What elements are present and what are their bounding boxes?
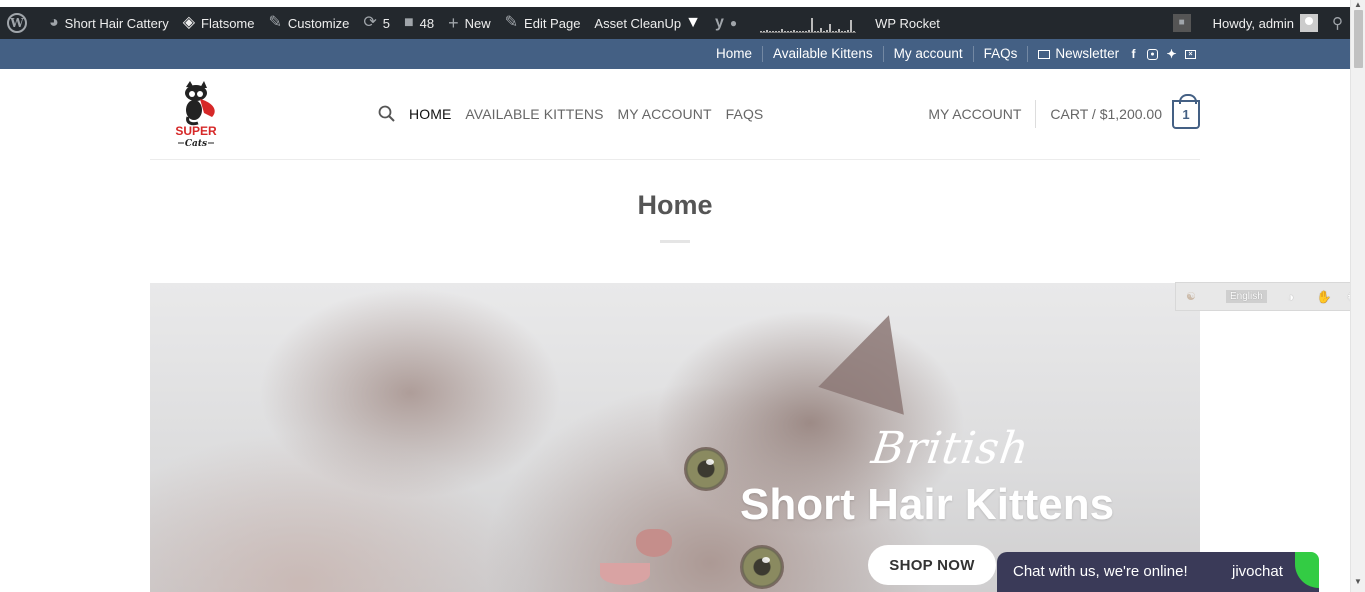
search-icon: ⚲ bbox=[1332, 14, 1343, 32]
hero-banner: British Short Hair Kittens SHOP NOW bbox=[150, 283, 1200, 592]
flatsome-icon: ◈ bbox=[182, 14, 196, 31]
chat-bubble-icon: ■ bbox=[1172, 14, 1191, 32]
top-strip bbox=[0, 0, 1365, 7]
site-name-menu[interactable]: ◕ Short Hair Cattery bbox=[42, 7, 176, 39]
wordpress-icon: W bbox=[7, 13, 27, 33]
admin-bar-secondary: ■ Howdy, admin ⚲ bbox=[1166, 7, 1350, 39]
asset-cleanup-label: Asset CleanUp bbox=[594, 15, 682, 31]
cart-icon[interactable]: 1 bbox=[1172, 93, 1200, 129]
envelope-icon bbox=[1038, 50, 1051, 59]
wp-rocket-label: WP Rocket bbox=[875, 15, 940, 31]
search-icon[interactable] bbox=[378, 105, 396, 123]
hero-script-text: British bbox=[868, 423, 1033, 474]
dashboard-icon: ◕ bbox=[49, 14, 59, 31]
chat-status-indicator bbox=[1295, 552, 1319, 588]
pencil-icon: ✎ bbox=[504, 14, 519, 31]
my-account-menu[interactable]: Howdy, admin bbox=[1206, 7, 1325, 39]
admin-search[interactable]: ⚲ bbox=[1325, 7, 1350, 39]
scroll-up-arrow[interactable]: ▲ bbox=[1354, 0, 1362, 9]
contrast-icon[interactable]: ◑ bbox=[1287, 291, 1301, 303]
scroll-down-arrow[interactable]: ▼ bbox=[1354, 577, 1362, 586]
newsletter-label: Newsletter bbox=[1055, 46, 1120, 61]
cart-count: 1 bbox=[1182, 106, 1190, 122]
facebook-icon[interactable]: f bbox=[1128, 47, 1139, 61]
comments-count: 48 bbox=[419, 15, 435, 31]
social-icons: f ● ✦ × bbox=[1128, 39, 1196, 69]
nav-my-account[interactable]: MY ACCOUNT bbox=[618, 106, 712, 122]
chat-brand: jivochat bbox=[1232, 563, 1283, 580]
edit-page-label: Edit Page bbox=[524, 15, 581, 31]
asset-cleanup-menu[interactable]: Asset CleanUp ▼ bbox=[587, 7, 708, 39]
edit-page-link[interactable]: ✎ Edit Page bbox=[498, 7, 588, 39]
updates-icon: ⟳ bbox=[363, 14, 377, 31]
twitter-icon[interactable]: ✦ bbox=[1166, 47, 1177, 61]
notifications-menu[interactable]: ■ bbox=[1166, 7, 1206, 39]
flatsome-menu[interactable]: ◈ Flatsome bbox=[176, 7, 262, 39]
topbar-link-faqs[interactable]: FAQs bbox=[972, 46, 1028, 62]
comment-icon: ■ bbox=[403, 14, 414, 31]
kitten-mouth bbox=[600, 563, 650, 585]
seo-status-icon: ● bbox=[729, 16, 738, 30]
customize-link[interactable]: ✎ Customize bbox=[262, 7, 357, 39]
page-title: Home bbox=[637, 190, 713, 220]
customize-label: Customize bbox=[287, 15, 350, 31]
top-bar-menu: Home Available Kittens My account FAQs N… bbox=[706, 39, 1129, 69]
instagram-icon[interactable]: ● bbox=[1147, 48, 1158, 60]
cat-mascot-logo: SUPER Cats bbox=[175, 81, 217, 149]
nav-faqs[interactable]: FAQS bbox=[726, 106, 764, 122]
site-header: SUPER Cats HOME AVAILABLE KITTENS MY ACC… bbox=[150, 69, 1200, 160]
main-nav: HOME AVAILABLE KITTENS MY ACCOUNT FAQS bbox=[378, 69, 777, 159]
kitten-eye bbox=[684, 447, 728, 491]
flatsome-label: Flatsome bbox=[201, 15, 255, 31]
chat-text: Chat with us, we're online! bbox=[1013, 563, 1188, 580]
new-content-menu[interactable]: + New bbox=[441, 7, 498, 39]
avatar bbox=[1300, 14, 1318, 32]
cart-total: $1,200.00 bbox=[1099, 106, 1162, 122]
yoast-icon: y bbox=[714, 14, 724, 31]
shop-now-button[interactable]: SHOP NOW bbox=[868, 545, 996, 585]
chat-widget[interactable]: Chat with us, we're online! jivochat bbox=[997, 552, 1319, 592]
cart-link[interactable]: CART / $1,200.00 bbox=[1050, 106, 1162, 122]
kitten-ear bbox=[818, 301, 932, 415]
language-switcher-widget: ☯ English ◑ ✋ ⚙ bbox=[1175, 282, 1365, 311]
title-divider bbox=[660, 240, 690, 243]
brush-icon: ✎ bbox=[268, 14, 282, 31]
kitten-eye bbox=[740, 545, 784, 589]
header-divider bbox=[1035, 100, 1037, 128]
header-right-nav: MY ACCOUNT CART / $1,200.00 1 bbox=[928, 69, 1200, 159]
updates-link[interactable]: ⟳ 5 bbox=[356, 7, 397, 39]
language-select[interactable]: English bbox=[1226, 290, 1267, 303]
topbar-link-newsletter[interactable]: Newsletter bbox=[1027, 46, 1129, 62]
plus-icon: + bbox=[448, 13, 459, 33]
scrollbar[interactable]: ▲ ▼ bbox=[1350, 0, 1365, 592]
site-logo[interactable]: SUPER Cats bbox=[170, 79, 222, 149]
wp-rocket-menu[interactable]: WP Rocket bbox=[868, 7, 947, 39]
logo-text-super: SUPER bbox=[175, 124, 217, 138]
traffic-graph[interactable] bbox=[760, 13, 857, 33]
filter-icon: ▼ bbox=[685, 14, 701, 31]
hand-icon[interactable]: ✋ bbox=[1317, 291, 1332, 303]
hero-title: Short Hair Kittens bbox=[740, 480, 1115, 529]
new-label: New bbox=[464, 15, 491, 31]
nav-available-kittens[interactable]: AVAILABLE KITTENS bbox=[465, 106, 603, 122]
comments-link[interactable]: ■ 48 bbox=[397, 7, 441, 39]
admin-bar: W ◕ Short Hair Cattery ◈ Flatsome ✎ Cust… bbox=[0, 7, 1350, 39]
topbar-link-available-kittens[interactable]: Available Kittens bbox=[762, 46, 883, 62]
logo-text-cats: Cats bbox=[185, 139, 207, 149]
nav-home[interactable]: HOME bbox=[409, 106, 451, 122]
header-my-account[interactable]: MY ACCOUNT bbox=[928, 106, 1021, 122]
accessibility-icon[interactable]: ☯ bbox=[1186, 290, 1200, 304]
yoast-menu[interactable]: y ● bbox=[708, 7, 750, 39]
email-icon[interactable]: × bbox=[1185, 49, 1196, 59]
wp-logo-menu[interactable]: W bbox=[0, 7, 34, 39]
topbar-link-my-account[interactable]: My account bbox=[882, 46, 973, 62]
topbar-link-home[interactable]: Home bbox=[706, 46, 762, 62]
scrollbar-thumb[interactable] bbox=[1354, 10, 1363, 68]
updates-count: 5 bbox=[382, 15, 390, 31]
greeting-label: Howdy, admin bbox=[1212, 15, 1294, 31]
top-bar: Home Available Kittens My account FAQs N… bbox=[0, 39, 1350, 69]
cart-label: CART / bbox=[1050, 106, 1096, 122]
site-name: Short Hair Cattery bbox=[64, 15, 169, 31]
kitten-nose bbox=[636, 529, 672, 557]
